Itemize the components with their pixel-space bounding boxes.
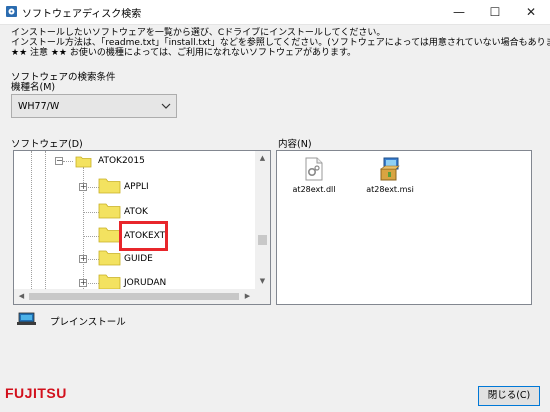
installer-package-icon [380, 157, 400, 181]
horizontal-scrollbar[interactable] [14, 289, 255, 304]
tree-guide-line [63, 161, 73, 162]
tree-guide-line [83, 236, 99, 237]
tree-guide-line [83, 212, 99, 213]
instructions: インストールしたいソフトウェアを一覧から選び、Cドライブにインストールしてくださ… [11, 28, 550, 58]
vertical-scrollbar[interactable] [255, 151, 270, 289]
software-tree[interactable]: − ATOK2015 + APPLI ATOK ATOKEXT + GUIDE … [13, 150, 271, 305]
fujitsu-logo: FUJITSU [5, 385, 67, 401]
expand-toggle[interactable]: + [79, 279, 87, 287]
software-tree-label: ソフトウェア(D) [11, 139, 83, 150]
folder-open-icon [75, 156, 92, 168]
model-name-value: WH77/W [18, 101, 60, 112]
instruction-line-2: インストール方法は、「readme.txt」「install.txt」などを参照… [11, 38, 550, 48]
dll-file-icon [305, 157, 323, 181]
horizontal-scroll-thumb[interactable] [29, 293, 239, 300]
close-button[interactable]: 閉じる(C) [478, 386, 540, 406]
contents-panel[interactable]: at28ext.dll at28ext.msi [276, 150, 532, 305]
model-name-label: 機種名(M) [11, 82, 56, 93]
scroll-up-button[interactable]: ▲ [255, 151, 270, 166]
collapse-toggle[interactable]: − [55, 157, 63, 165]
folder-icon [98, 178, 121, 194]
tree-item-appli[interactable]: APPLI [124, 182, 149, 192]
expand-toggle[interactable]: + [79, 255, 87, 263]
vertical-scroll-thumb[interactable] [258, 235, 267, 245]
expand-toggle[interactable]: + [79, 183, 87, 191]
scrollbar-corner [255, 289, 270, 304]
file-item-dll[interactable]: at28ext.dll [283, 157, 345, 194]
window-title: ソフトウェアディスク検索 [22, 9, 142, 20]
scroll-right-button[interactable]: ▶ [240, 289, 255, 304]
selection-highlight [119, 221, 168, 251]
folder-icon [98, 250, 121, 266]
chevron-down-icon [161, 103, 171, 109]
tree-item-atok2015[interactable]: ATOK2015 [98, 156, 145, 166]
file-name: at28ext.msi [366, 185, 414, 194]
tree-guide-line [31, 151, 32, 291]
model-name-select[interactable]: WH77/W [11, 94, 177, 118]
disk-search-app-icon [6, 6, 17, 17]
instruction-warning: ★★ 注意 ★★ お使いの機種によっては、ご利用になれないソフトウェアがあります… [11, 48, 357, 58]
tree-item-jorudan[interactable]: JORUDAN [124, 278, 166, 288]
folder-icon [98, 203, 121, 219]
maximize-button[interactable]: ☐ [477, 0, 513, 24]
laptop-install-icon [17, 312, 36, 325]
file-name: at28ext.dll [292, 185, 336, 194]
file-item-msi[interactable]: at28ext.msi [359, 157, 421, 194]
instruction-line-1: インストールしたいソフトウェアを一覧から選び、Cドライブにインストールしてくださ… [11, 28, 386, 38]
minimize-button[interactable]: — [441, 0, 477, 24]
folder-icon [98, 274, 121, 290]
tree-item-guide[interactable]: GUIDE [124, 254, 153, 264]
tree-guide-line [45, 151, 46, 291]
scroll-left-button[interactable]: ◀ [14, 289, 29, 304]
close-window-button[interactable]: ✕ [513, 0, 549, 24]
tree-item-atok[interactable]: ATOK [124, 207, 148, 217]
preinstall-label: プレインストール [50, 317, 126, 328]
folder-icon [98, 227, 121, 243]
contents-panel-label: 内容(N) [278, 139, 312, 150]
scroll-down-button[interactable]: ▼ [255, 274, 270, 289]
title-bar[interactable]: ソフトウェアディスク検索 — ☐ ✕ [0, 0, 550, 25]
